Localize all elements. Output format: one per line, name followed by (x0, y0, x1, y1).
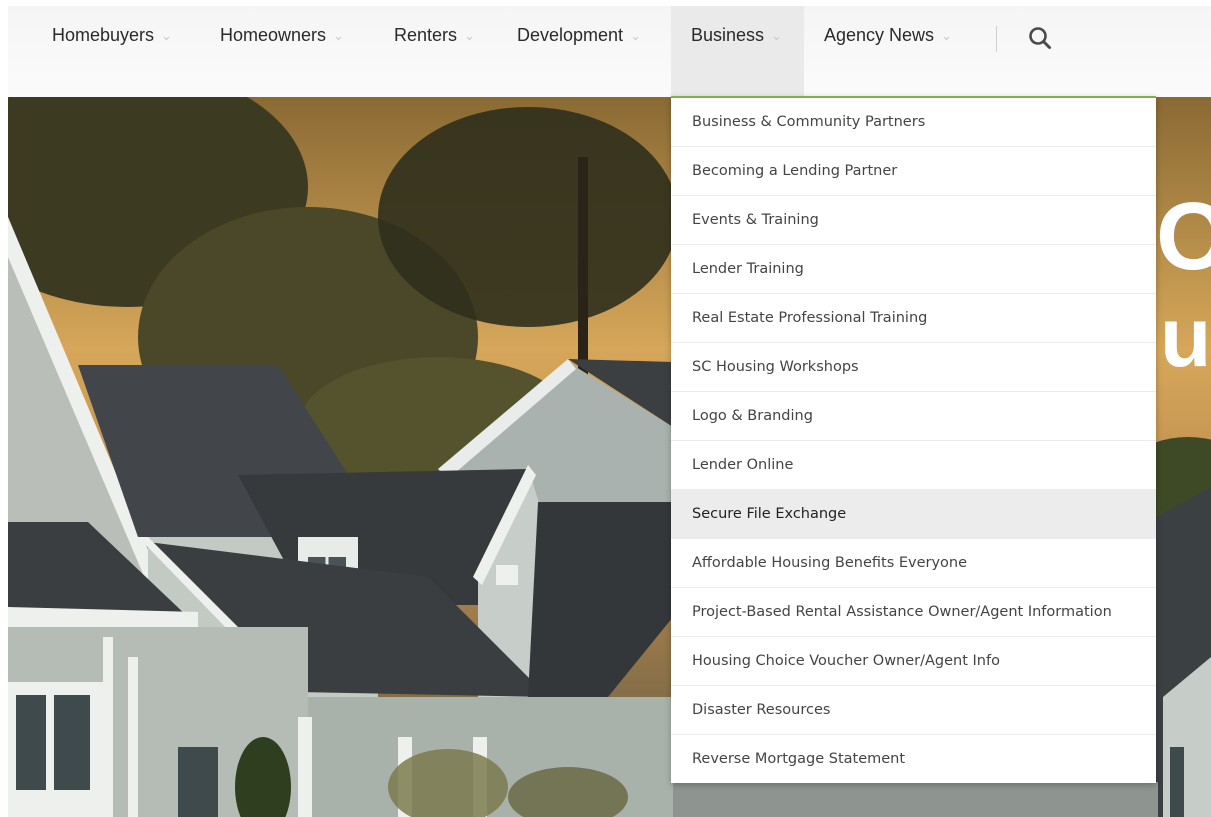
menu-item-real-estate-professional-training[interactable]: Real Estate Professional Training (671, 294, 1156, 343)
nav-homebuyers[interactable]: Homebuyers ⌄ (52, 6, 172, 97)
nav-renters[interactable]: Renters ⌄ (394, 6, 475, 97)
search-button[interactable] (1026, 24, 1054, 52)
menu-item-becoming-lending-partner[interactable]: Becoming a Lending Partner (671, 147, 1156, 196)
nav-label: Renters (394, 25, 458, 45)
menu-item-logo-branding[interactable]: Logo & Branding (671, 392, 1156, 441)
nav-label: Homebuyers (52, 25, 155, 45)
menu-item-affordable-housing-benefits[interactable]: Affordable Housing Benefits Everyone (671, 539, 1156, 588)
nav-business[interactable]: Business ⌄ (671, 6, 804, 97)
hero-headline-fragment: O (1156, 183, 1211, 290)
nav-homeowners[interactable]: Homeowners ⌄ (220, 6, 344, 97)
nav-label: Homeowners (220, 25, 327, 45)
main-navigation: Homebuyers ⌄ Homeowners ⌄ Renters ⌄ Develop… (8, 6, 1211, 97)
menu-item-sc-housing-workshops[interactable]: SC Housing Workshops (671, 343, 1156, 392)
nav-label: Agency News (824, 25, 935, 45)
menu-item-events-training[interactable]: Events & Training (671, 196, 1156, 245)
menu-item-housing-choice-voucher[interactable]: Housing Choice Voucher Owner/Agent Info (671, 637, 1156, 686)
nav-label: Development (517, 25, 624, 45)
menu-item-project-based-rental-assistance[interactable]: Project-Based Rental Assistance Owner/Ag… (671, 588, 1156, 637)
chevron-down-icon: ⌄ (161, 28, 172, 43)
nav-agency-news[interactable]: Agency News ⌄ (824, 6, 952, 97)
menu-item-lender-online[interactable]: Lender Online (671, 441, 1156, 490)
nav-label: Business (691, 25, 765, 45)
nav-divider (996, 26, 997, 52)
menu-item-reverse-mortgage-statement[interactable]: Reverse Mortgage Statement (671, 735, 1156, 783)
search-icon (1029, 27, 1051, 49)
chevron-down-icon: ⌄ (771, 28, 782, 43)
chevron-down-icon: ⌄ (941, 28, 952, 43)
chevron-down-icon: ⌄ (333, 28, 344, 43)
menu-item-business-community-partners[interactable]: Business & Community Partners (671, 98, 1156, 147)
hero-subheadline-fragment: u (1160, 290, 1211, 384)
business-dropdown-menu: Business & Community Partners Becoming a… (671, 96, 1156, 783)
nav-development[interactable]: Development ⌄ (517, 6, 641, 97)
menu-item-secure-file-exchange[interactable]: Secure File Exchange (671, 490, 1156, 539)
menu-item-disaster-resources[interactable]: Disaster Resources (671, 686, 1156, 735)
chevron-down-icon: ⌄ (630, 28, 641, 43)
menu-item-lender-training[interactable]: Lender Training (671, 245, 1156, 294)
chevron-down-icon: ⌄ (464, 28, 475, 43)
